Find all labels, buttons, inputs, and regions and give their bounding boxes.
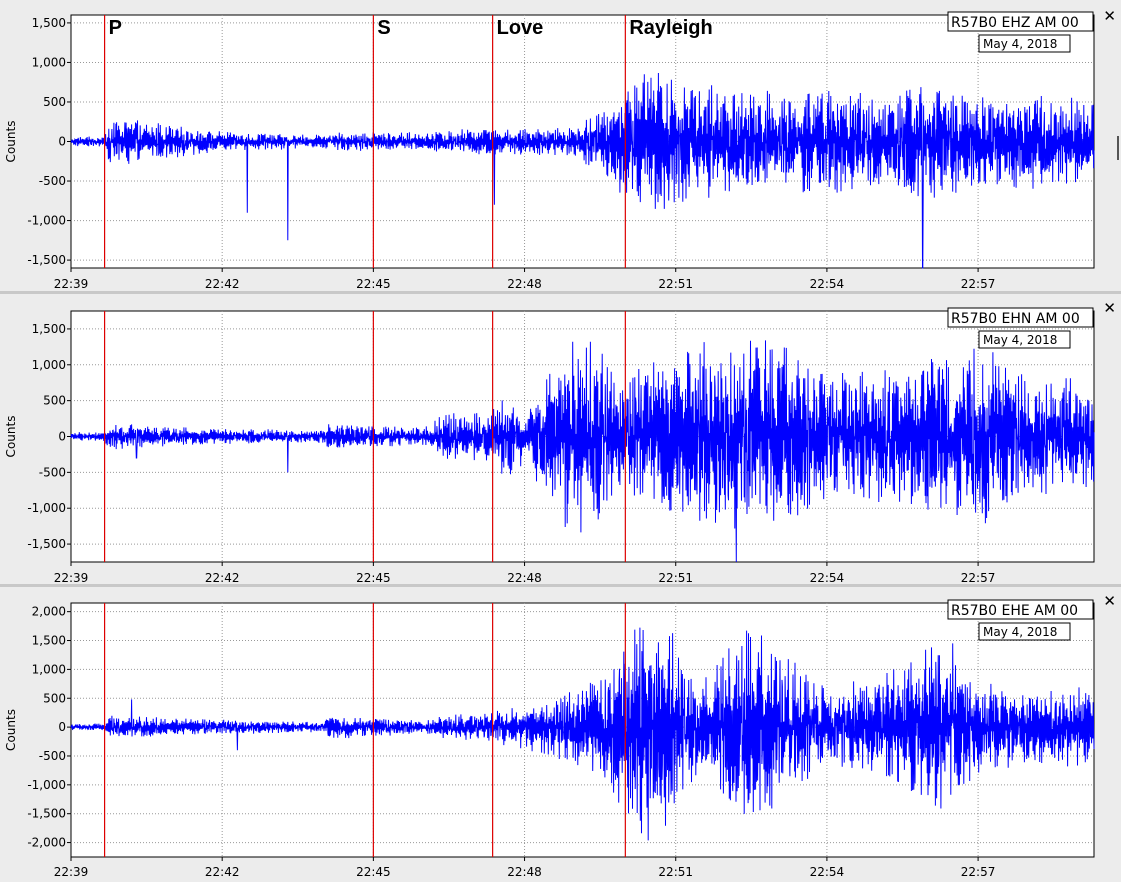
seismogram-chart-1: 1,500 1,000 500 0 -500 -1,000 -1,500 22:39 22:42… [4, 11, 1095, 291]
phase-label-love: Love [497, 17, 544, 39]
close-panel-icon[interactable]: ✕ [1103, 594, 1116, 609]
x-tick-label: 22:45 [356, 571, 391, 585]
x-tick-label: 22:48 [507, 865, 542, 879]
y-axis-label: Counts [4, 709, 18, 751]
seismogram-chart-3: 2,000 1,500 1,000 500 0 -500 -1,000 -1,500 -2,00… [4, 599, 1095, 879]
close-panel-icon[interactable]: ✕ [1103, 301, 1116, 316]
seismogram-panel-1: 1,500 1,000 500 0 -500 -1,000 -1,500 22:39 22:42… [0, 0, 1121, 292]
y-tick-label: -500 [39, 465, 66, 479]
y-tick-label: -1,500 [27, 253, 66, 267]
x-tick-label: 22:48 [507, 277, 542, 291]
x-tick-label: 22:57 [961, 277, 996, 291]
x-tick-label: 22:39 [54, 571, 89, 585]
x-tick-label: 22:42 [205, 865, 240, 879]
x-tick-label: 22:42 [205, 571, 240, 585]
seismogram-chart-2: 1,500 1,000 500 0 -500 -1,000 -1,500 22:39 22:42… [4, 307, 1095, 585]
date-label: May 4, 2018 [983, 625, 1057, 639]
y-tick-label: 2,000 [32, 605, 66, 619]
phase-label-rayleigh: Rayleigh [629, 17, 712, 39]
x-tick-label: 22:39 [54, 865, 89, 879]
phase-label-p: P [109, 17, 122, 39]
x-tick-label: 22:57 [961, 571, 996, 585]
x-tick-label: 22:54 [810, 571, 845, 585]
date-label: May 4, 2018 [983, 333, 1057, 347]
station-label: R57B0 EHZ AM 00 [951, 15, 1079, 31]
panel-separator [0, 584, 1121, 587]
seismogram-panel-3: 2,000 1,500 1,000 500 0 -500 -1,000 -1,500 -2,00… [0, 588, 1121, 882]
station-label: R57B0 EHE AM 00 [951, 603, 1078, 619]
x-tick-label: 22:48 [507, 571, 542, 585]
y-axis-label: Counts [4, 121, 18, 163]
x-tick-label: 22:54 [810, 865, 845, 879]
x-tick-label: 22:51 [658, 865, 693, 879]
y-tick-label: 1,000 [32, 55, 66, 69]
seismogram-panel-2: 1,500 1,000 500 0 -500 -1,000 -1,500 22:39 22:42… [0, 295, 1121, 586]
x-tick-label: 22:51 [658, 277, 693, 291]
y-tick-label: -1,000 [27, 778, 66, 792]
x-tick-label: 22:39 [54, 277, 89, 291]
y-tick-label: 500 [43, 95, 66, 109]
y-tick-label: 0 [58, 720, 66, 734]
y-tick-label: -1,500 [27, 807, 66, 821]
y-tick-label: -1,500 [27, 537, 66, 551]
x-tick-label: 22:45 [356, 277, 391, 291]
x-tick-label: 22:45 [356, 865, 391, 879]
x-tick-label: 22:51 [658, 571, 693, 585]
x-tick-label: 22:57 [961, 865, 996, 879]
y-tick-label: -2,000 [27, 836, 66, 850]
y-tick-label: 1,000 [32, 662, 66, 676]
y-tick-label: 500 [43, 394, 66, 408]
panel-separator [0, 291, 1121, 294]
date-label: May 4, 2018 [983, 37, 1057, 51]
y-tick-label: 0 [58, 430, 66, 444]
x-tick-label: 22:42 [205, 277, 240, 291]
station-label: R57B0 EHN AM 00 [951, 311, 1080, 327]
phase-label-s: S [377, 17, 390, 39]
y-tick-label: 1,500 [32, 322, 66, 336]
x-tick-label: 22:54 [810, 277, 845, 291]
y-tick-label: -500 [39, 174, 66, 188]
y-tick-label: 1,500 [32, 16, 66, 30]
y-axis-label: Counts [4, 416, 18, 458]
y-tick-label: 1,500 [32, 634, 66, 648]
y-tick-label: 1,000 [32, 358, 66, 372]
seismogram-panels: 1,500 1,000 500 0 -500 -1,000 -1,500 22:39 22:42… [0, 0, 1121, 882]
y-tick-label: -1,000 [27, 214, 66, 228]
close-panel-icon[interactable]: ✕ [1103, 9, 1116, 24]
window-edge-handle[interactable] [1117, 136, 1119, 160]
y-tick-label: 500 [43, 691, 66, 705]
y-tick-label: -1,000 [27, 501, 66, 515]
y-tick-label: 0 [58, 135, 66, 149]
y-tick-label: -500 [39, 749, 66, 763]
